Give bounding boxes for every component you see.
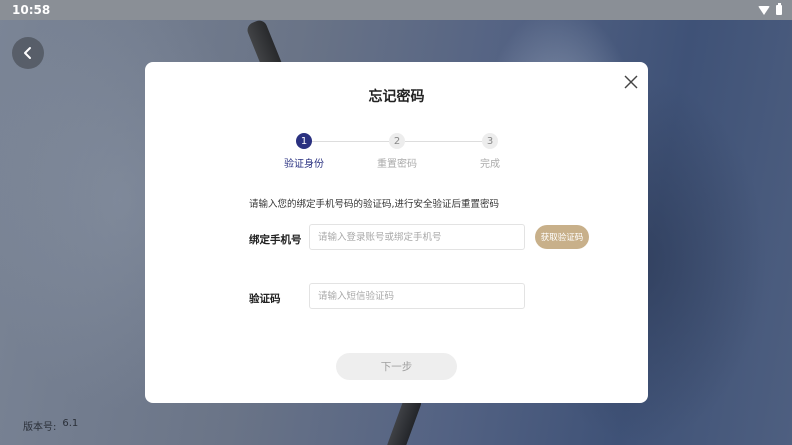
instruction-text: 请输入您的绑定手机号码的验证码,进行安全验证后重置密码 bbox=[249, 199, 500, 210]
phone-input[interactable] bbox=[309, 224, 525, 250]
step-3-indicator: 3 bbox=[482, 133, 498, 149]
step-1-label: 验证身份 bbox=[284, 159, 324, 170]
chevron-left-icon bbox=[24, 47, 31, 59]
step-2-indicator: 2 bbox=[389, 133, 405, 149]
step-1-indicator: 1 bbox=[296, 133, 312, 149]
dialog-title: 忘记密码 bbox=[368, 89, 425, 105]
step-connector bbox=[312, 141, 389, 142]
code-field-label: 验证码 bbox=[249, 293, 281, 305]
status-bar: 10:58 bbox=[0, 0, 792, 20]
verification-code-input[interactable] bbox=[309, 283, 525, 309]
version-value: 6.1 bbox=[62, 418, 79, 429]
version-label: 版本号: bbox=[23, 422, 57, 433]
step-2-label: 重置密码 bbox=[377, 159, 417, 170]
version-info: 版本号: 6.1 bbox=[23, 418, 78, 433]
wifi-icon bbox=[758, 5, 770, 15]
close-icon[interactable] bbox=[623, 74, 639, 90]
get-code-button[interactable]: 获取验证码 bbox=[535, 225, 589, 249]
step-connector bbox=[405, 141, 482, 142]
next-step-button[interactable]: 下一步 bbox=[336, 353, 457, 380]
forgot-password-dialog: 忘记密码 1 2 3 验证身份 重置密码 完成 请输入您的绑定手机号码的验证码,… bbox=[145, 62, 648, 403]
step-3-label: 完成 bbox=[480, 159, 500, 170]
status-time: 10:58 bbox=[12, 3, 51, 17]
status-icons bbox=[758, 3, 782, 15]
battery-icon bbox=[776, 3, 782, 15]
phone-field-label: 绑定手机号 bbox=[249, 234, 302, 246]
back-button[interactable] bbox=[12, 37, 44, 69]
